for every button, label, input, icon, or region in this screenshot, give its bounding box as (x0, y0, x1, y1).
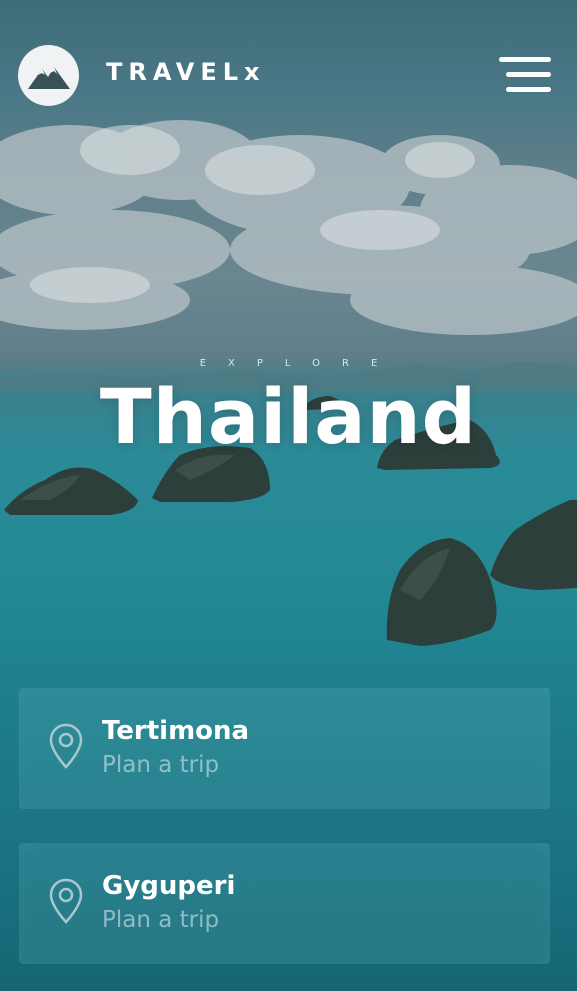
menu-bar (506, 87, 551, 92)
hero-eyebrow: EXPLORE (199, 358, 400, 369)
hero-title: Thailand (99, 372, 478, 461)
menu-bar (506, 72, 551, 77)
destination-card-tertimona[interactable]: Tertimona Plan a trip (19, 688, 550, 809)
destination-name: Tertimona (102, 716, 250, 746)
hamburger-menu-icon[interactable] (496, 55, 552, 95)
menu-bar (499, 57, 551, 62)
destination-name: Gyguperi (102, 871, 236, 901)
brand-name: TRAVELx (106, 58, 266, 86)
mountain-logo-icon (27, 66, 70, 89)
plan-trip-link[interactable]: Plan a trip (102, 907, 219, 933)
destination-card-gyguperi[interactable]: Gyguperi Plan a trip (19, 843, 550, 964)
plan-trip-link[interactable]: Plan a trip (102, 752, 219, 778)
location-pin-icon (49, 723, 83, 769)
brand-logo[interactable] (18, 45, 79, 106)
location-pin-icon (49, 878, 83, 924)
